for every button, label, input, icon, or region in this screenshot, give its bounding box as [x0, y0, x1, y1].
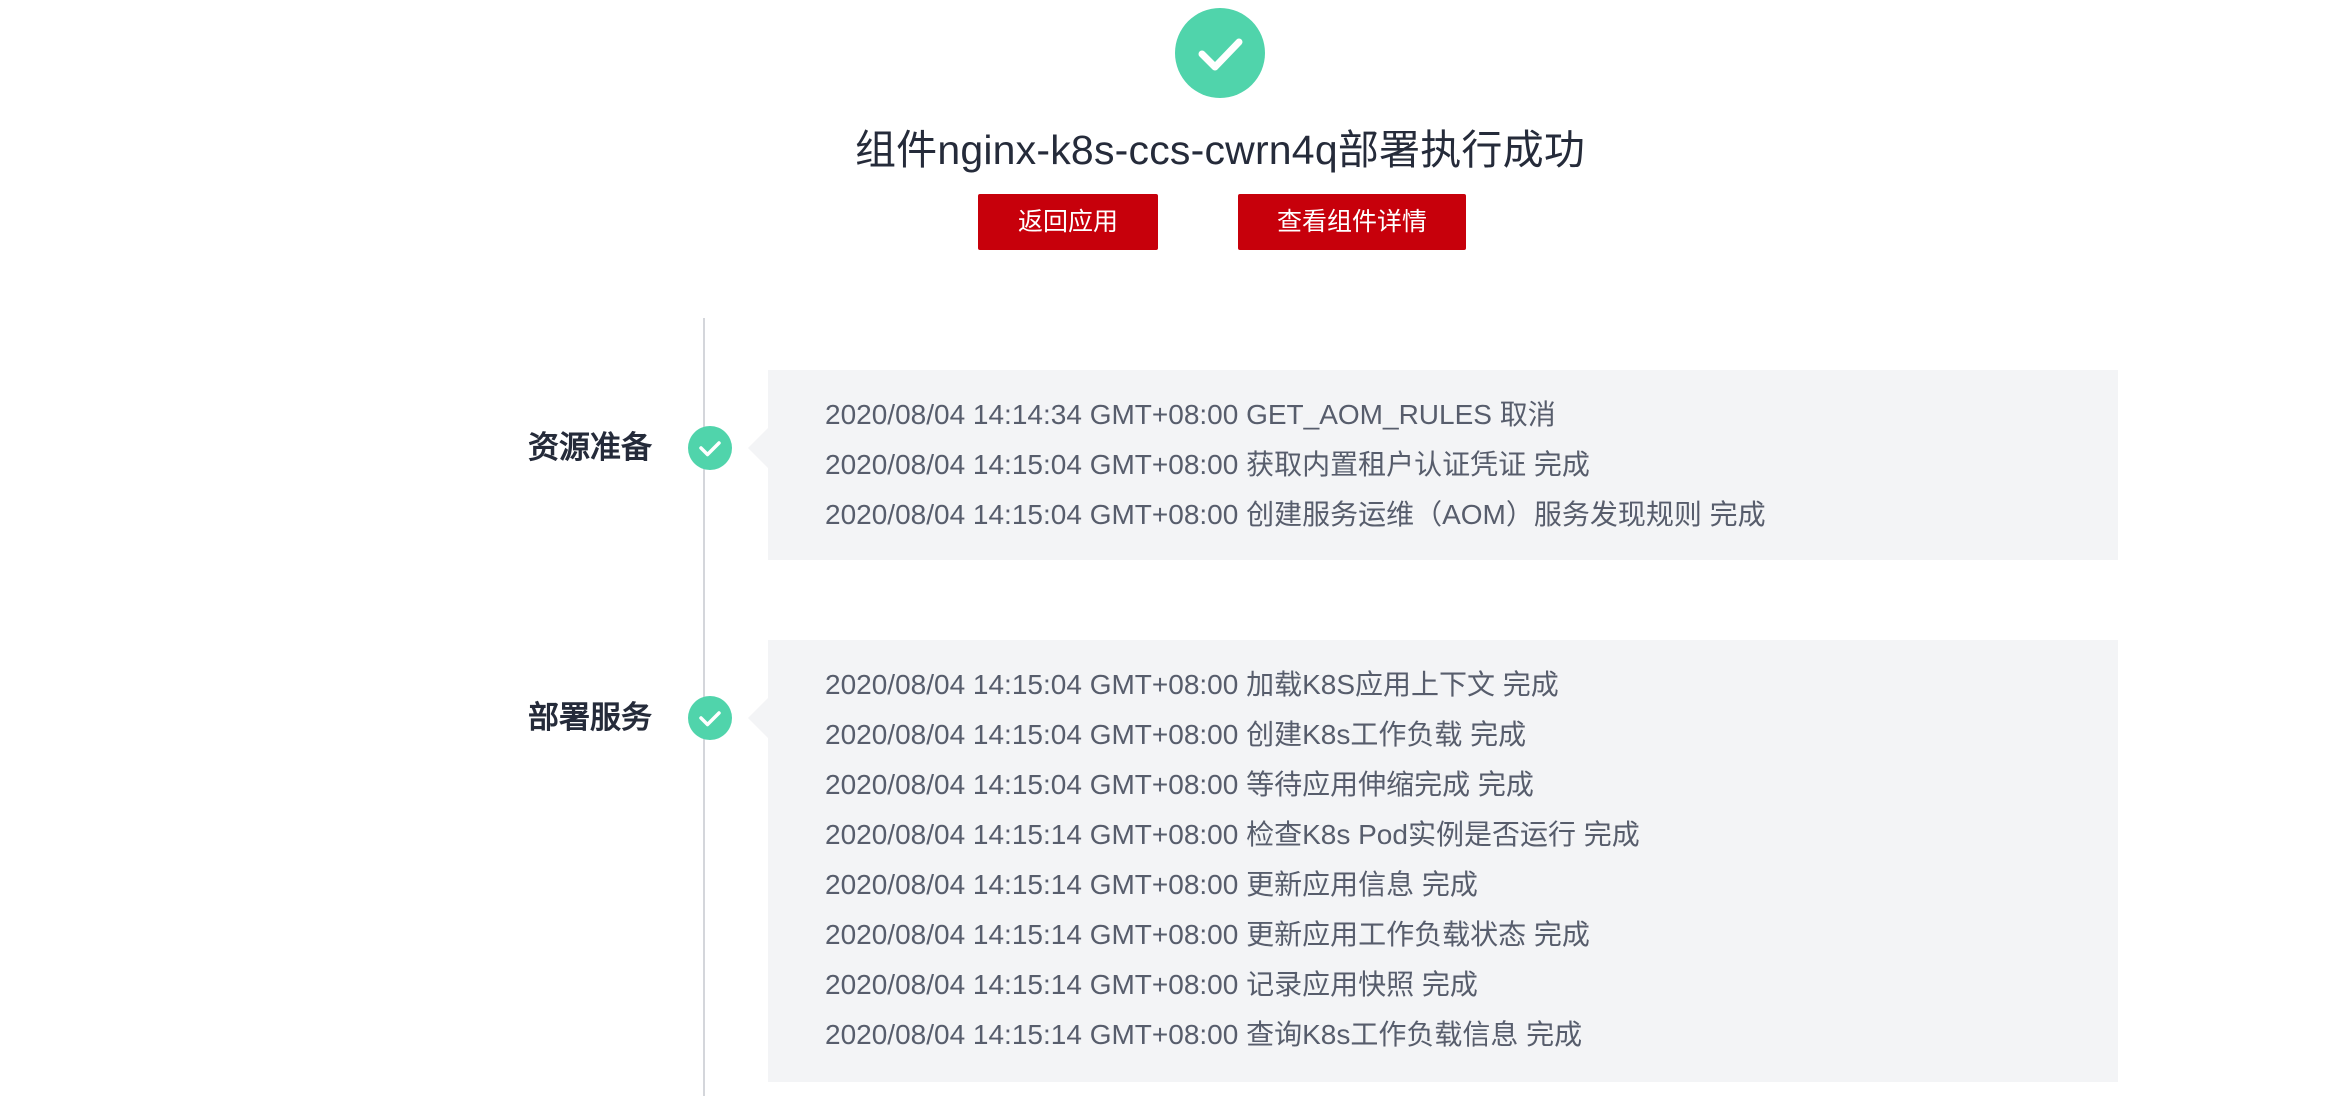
log-entry: 2020/08/04 14:15:04 GMT+08:00 创建服务运维（AOM…: [825, 499, 1766, 530]
page-title: 组件nginx-k8s-ccs-cwrn4q部署执行成功: [854, 127, 1586, 173]
back-to-application-button[interactable]: 返回应用: [978, 194, 1158, 250]
check-circle-icon: [688, 426, 732, 470]
log-entry: 2020/08/04 14:15:14 GMT+08:00 更新应用工作负载状态…: [825, 919, 1590, 950]
log-entry: 2020/08/04 14:15:04 GMT+08:00 等待应用伸缩完成 完…: [825, 769, 1534, 800]
log-entry: 2020/08/04 14:15:14 GMT+08:00 检查K8s Pod实…: [825, 819, 1640, 850]
log-entry: 2020/08/04 14:15:14 GMT+08:00 记录应用快照 完成: [825, 969, 1478, 1000]
log-entry: 2020/08/04 14:15:04 GMT+08:00 获取内置租户认证凭证…: [825, 449, 1590, 480]
log-entry: 2020/08/04 14:15:04 GMT+08:00 加载K8S应用上下文…: [825, 669, 1559, 700]
view-component-details-button[interactable]: 查看组件详情: [1238, 194, 1466, 250]
log-entry: 2020/08/04 14:15:04 GMT+08:00 创建K8s工作负载 …: [825, 719, 1527, 750]
check-circle-icon: [688, 696, 732, 740]
log-entry: 2020/08/04 14:15:14 GMT+08:00 更新应用信息 完成: [825, 869, 1478, 900]
success-check-icon: [1175, 8, 1265, 98]
stage-label-resource-preparation: 资源准备: [528, 430, 652, 465]
stage-label-deploy-service: 部署服务: [528, 700, 652, 735]
stage-log-panel-resource-preparation: 2020/08/04 14:14:34 GMT+08:00 GET_AOM_RU…: [748, 370, 2118, 560]
log-entry: 2020/08/04 14:15:14 GMT+08:00 查询K8s工作负载信…: [825, 1019, 1583, 1050]
log-entry: 2020/08/04 14:14:34 GMT+08:00 GET_AOM_RU…: [825, 399, 1556, 430]
stage-log-panel-deploy-service: 2020/08/04 14:15:04 GMT+08:00 加载K8S应用上下文…: [748, 640, 2118, 1082]
